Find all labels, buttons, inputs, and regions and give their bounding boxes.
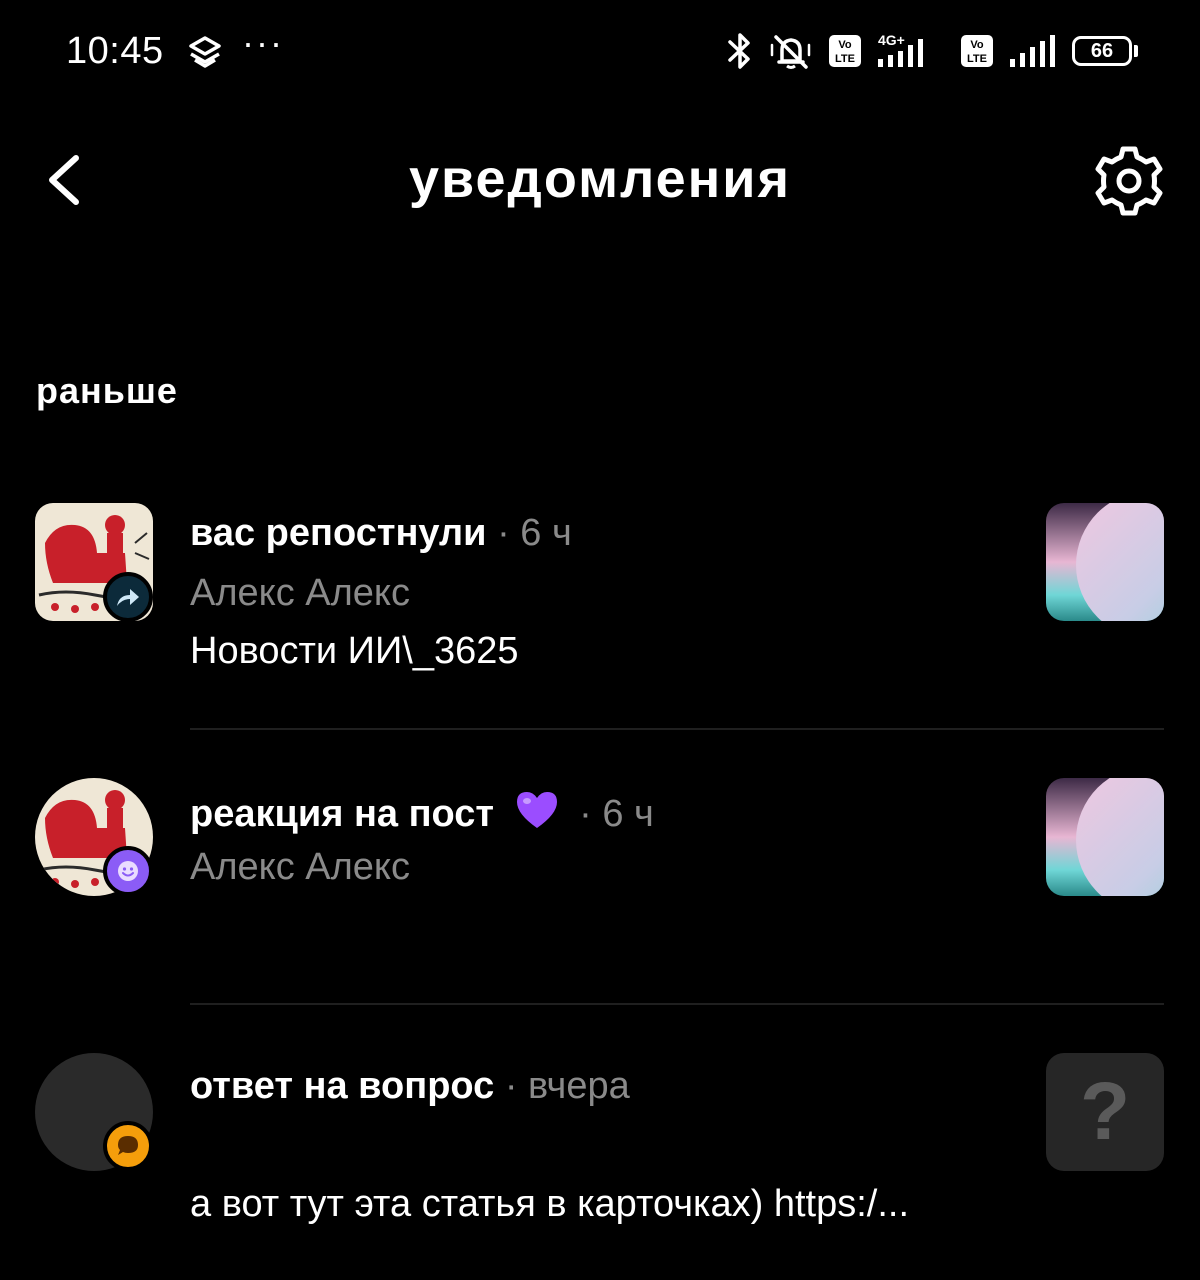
question-thumbnail[interactable]: ?	[1046, 1053, 1164, 1171]
notification-body: Новости ИИ\_3625	[190, 630, 519, 672]
notification-title: вас репостнули · 6 ч	[190, 512, 572, 555]
section-title-earlier: раньше	[36, 370, 178, 411]
repost-arrow-icon	[117, 589, 139, 606]
notification-title: ответ на вопрос · вчера	[190, 1065, 630, 1108]
notification-time: · вчера	[504, 1065, 630, 1107]
question-mark-icon: ?	[1079, 1066, 1131, 1157]
notification-reaction[interactable]: реакция на пост · 6 ч Алекс Алекс	[0, 778, 1200, 978]
notification-title-text: ответ на вопрос	[190, 1065, 495, 1107]
notification-title-text: вас репостнули	[190, 512, 487, 554]
muted-bell-icon	[768, 31, 814, 71]
svg-text:LTE: LTE	[967, 53, 987, 65]
status-time: 10:45	[66, 30, 164, 72]
repost-badge	[103, 572, 153, 622]
answer-badge	[103, 1121, 153, 1171]
status-more-indicator: ···	[242, 22, 284, 63]
notification-title-text: реакция на пост	[190, 793, 494, 835]
bluetooth-icon	[726, 31, 754, 71]
notification-author[interactable]: Алекс Алекс	[190, 572, 410, 615]
app-notification-icon	[185, 32, 225, 72]
volte-icon: Vo LTE	[828, 34, 862, 68]
status-bar: 10:45 ··· Vo LTE 4G+ Vo LTE 66	[0, 0, 1200, 100]
notification-time: · 6 ч	[497, 512, 572, 554]
purple-heart-icon	[515, 790, 559, 840]
notification-author[interactable]: Алекс Алекс	[190, 846, 410, 889]
notification-repost[interactable]: вас репостнули · 6 ч Алекс Алекс Новости…	[0, 500, 1200, 700]
post-thumbnail[interactable]	[1046, 778, 1164, 896]
gear-icon	[1095, 146, 1163, 216]
volte-icon-2: Vo LTE	[960, 34, 994, 68]
svg-text:Vo: Vo	[838, 39, 852, 51]
svg-text:LTE: LTE	[835, 53, 855, 65]
notification-answer[interactable]: ответ на вопрос · вчера а вот тут эта ст…	[0, 1053, 1200, 1253]
smile-icon	[118, 861, 138, 881]
page-title: уведомления	[409, 149, 791, 209]
svg-text:Vo: Vo	[970, 39, 984, 51]
battery-level: 66	[1072, 36, 1132, 66]
speech-bubble-icon	[118, 1136, 138, 1155]
notification-title: реакция на пост · 6 ч	[190, 790, 654, 840]
divider	[190, 728, 1164, 730]
notification-body: а вот тут эта статья в карточках) https:…	[190, 1183, 910, 1225]
app-header: уведомления	[0, 130, 1200, 230]
settings-button[interactable]	[1090, 142, 1168, 220]
status-icons: Vo LTE 4G+ Vo LTE 66	[726, 28, 1138, 74]
battery-icon: 66	[1072, 36, 1138, 66]
notification-time: · 6 ч	[579, 793, 654, 835]
divider	[190, 1003, 1164, 1005]
signal-icon	[1008, 31, 1058, 71]
post-thumbnail[interactable]	[1046, 503, 1164, 621]
svg-text:4G+: 4G+	[878, 32, 905, 48]
signal-4g-icon: 4G+	[876, 31, 946, 71]
reaction-badge	[103, 846, 153, 896]
